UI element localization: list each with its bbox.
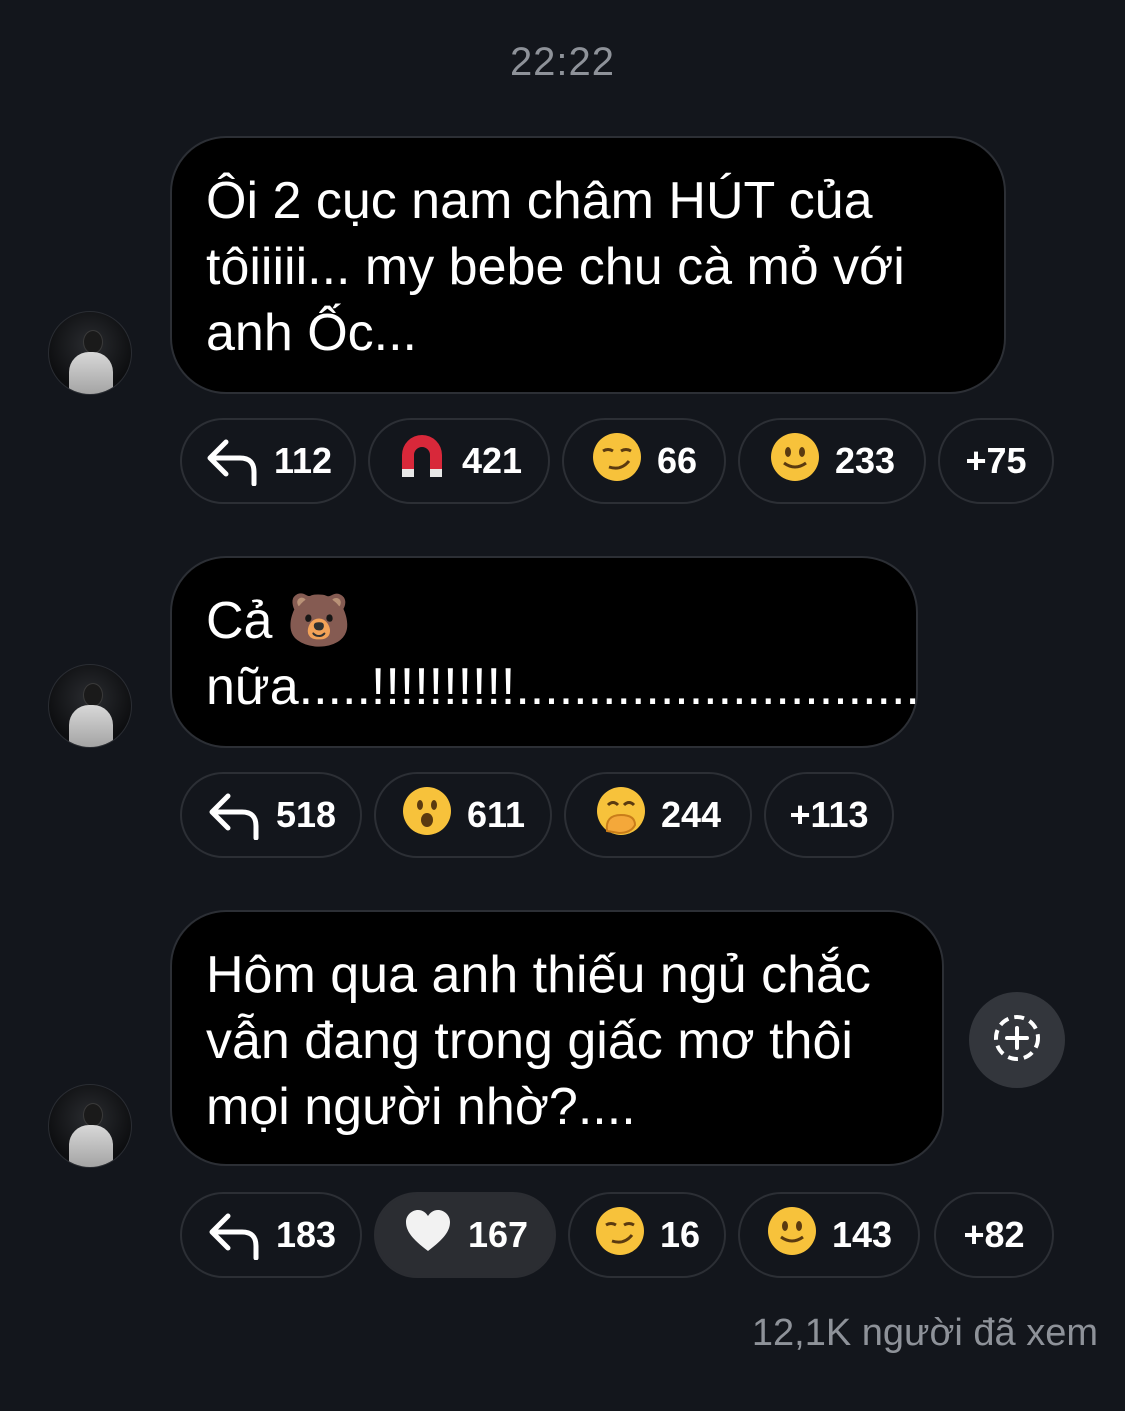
avatar-body (69, 705, 113, 747)
sender-avatar[interactable] (48, 664, 132, 748)
reaction-count: 421 (461, 440, 523, 481)
more-reactions-count: +82 (963, 1214, 1025, 1255)
more-reactions-count: +75 (965, 440, 1027, 481)
reaction-chip[interactable]: 143 (738, 1192, 920, 1278)
smirk-emoji (594, 1205, 646, 1265)
avatar-head (83, 1103, 103, 1127)
reaction-count: 16 (659, 1214, 701, 1255)
avatar-body (69, 352, 113, 394)
message-bubble[interactable]: Cả 🐻 nữa.....!!!!!!!!!!.................… (170, 556, 920, 748)
smirk-emoji (591, 431, 643, 491)
surprised-emoji (401, 785, 453, 845)
smile-emoji (769, 431, 821, 491)
reaction-chip-selected[interactable]: 167 (374, 1192, 556, 1278)
reaction-chip[interactable]: 66 (562, 418, 726, 504)
reply-count: 112 (273, 440, 333, 481)
view-count: 12,1K người đã xem (751, 1312, 1098, 1354)
reaction-count: 233 (834, 440, 896, 481)
more-reactions-chip[interactable]: +113 (764, 772, 894, 858)
more-reactions-chip[interactable]: +82 (934, 1192, 1054, 1278)
reply-count: 183 (275, 1214, 337, 1255)
message-line: anh Ốc... (206, 304, 417, 362)
message-line: vẫn đang trong giấc mơ thôi (206, 1012, 853, 1070)
reply-icon (206, 790, 262, 840)
more-reactions-count: +113 (789, 794, 869, 835)
white-heart-emoji (402, 1205, 454, 1265)
reaction-chip[interactable]: 16 (568, 1192, 726, 1278)
message-bubble[interactable]: Hôm qua anh thiếu ngủ chắc vẫn đang tron… (170, 910, 944, 1166)
reaction-chip[interactable]: 244 (564, 772, 752, 858)
message-line: Hôm qua anh thiếu ngủ chắc (206, 946, 871, 1004)
reaction-count: 244 (660, 794, 722, 835)
avatar-head (83, 330, 103, 354)
message-line: tôiiiii... my bebe chu cà mỏ với (206, 238, 905, 296)
avatar-body (69, 1125, 113, 1167)
smile-emoji (766, 1205, 818, 1265)
more-reactions-chip[interactable]: +75 (938, 418, 1054, 504)
avatar-head (83, 683, 103, 707)
reply-chip[interactable]: 183 (180, 1192, 362, 1278)
reaction-count: 66 (656, 440, 698, 481)
hand-over-mouth-emoji (595, 785, 647, 845)
reply-icon (206, 1210, 262, 1260)
reaction-chip[interactable]: 233 (738, 418, 926, 504)
add-reaction-button[interactable] (969, 992, 1065, 1088)
sender-avatar[interactable] (48, 1084, 132, 1168)
reaction-chip[interactable]: 421 (368, 418, 550, 504)
sender-avatar[interactable] (48, 311, 132, 395)
reply-icon (204, 436, 260, 486)
message-timestamp: 22:22 (509, 40, 616, 84)
add-reaction-icon (991, 1012, 1043, 1069)
reply-chip[interactable]: 112 (180, 418, 356, 504)
magnet-icon (396, 431, 448, 491)
reaction-count: 167 (467, 1214, 529, 1255)
message-bubble[interactable]: Ôi 2 cục nam châm HÚT của tôiiiii... my … (170, 136, 1006, 394)
reaction-chip[interactable]: 611 (374, 772, 552, 858)
message-line: nữa.....!!!!!!!!!!......................… (206, 658, 920, 716)
message-line: mọi người nhờ?.... (206, 1078, 636, 1136)
reply-chip[interactable]: 518 (180, 772, 362, 858)
reaction-count: 143 (831, 1214, 893, 1255)
reply-count: 518 (275, 794, 337, 835)
reaction-count: 611 (466, 794, 526, 835)
message-line: Cả 🐻 (206, 592, 352, 650)
message-line: Ôi 2 cục nam châm HÚT của (206, 172, 873, 230)
